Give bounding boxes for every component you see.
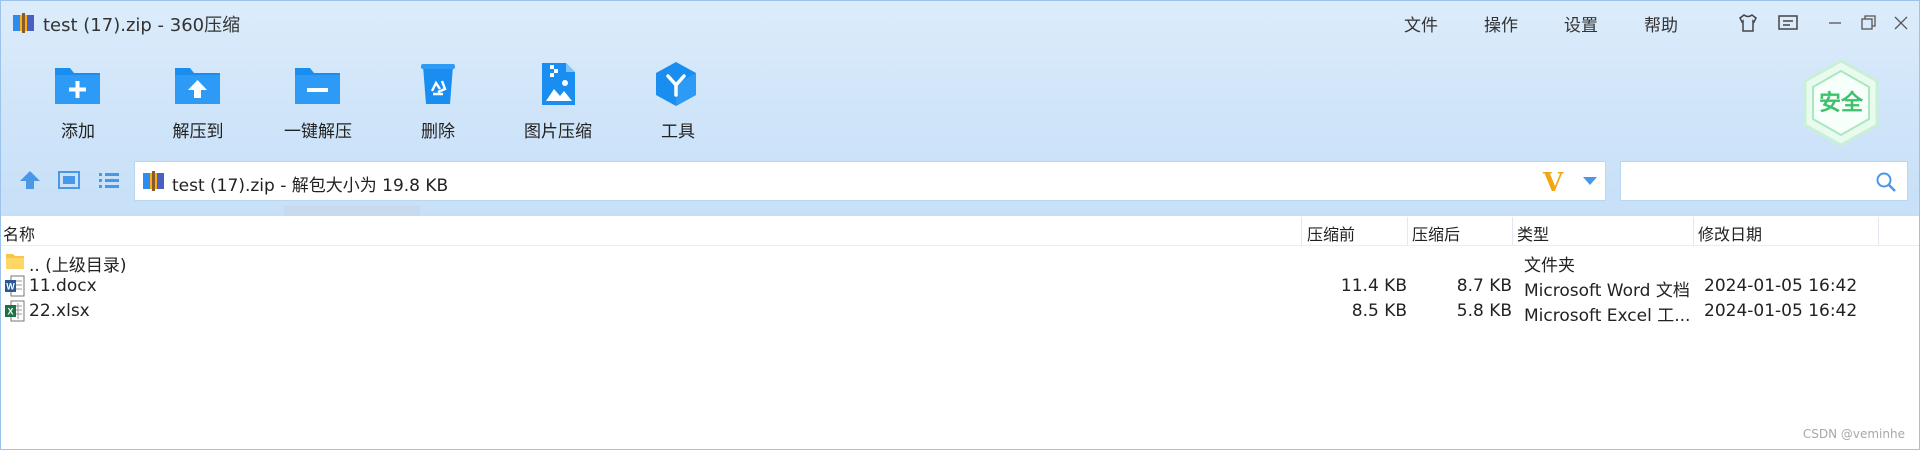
image-compress-label: 图片压缩: [524, 122, 592, 142]
zip-archive-icon: [143, 171, 164, 191]
extract-to-label: 解压到: [172, 122, 224, 142]
recycle-bin-icon: [421, 64, 455, 104]
delete-label: 删除: [421, 122, 455, 142]
image-compress-icon: [542, 63, 575, 105]
watermark: CSDN @veminhe: [1802, 427, 1905, 441]
tools-label: 工具: [661, 122, 695, 142]
top-panel: test (17).zip - 360压缩 文件 操作 设置 帮助 添加 解压到…: [1, 1, 1919, 216]
loading-strip: [284, 206, 420, 216]
column-separator[interactable]: [1512, 217, 1513, 245]
table-row[interactable]: .. (上级目录) 文件夹: [1, 249, 1919, 276]
excel-file-icon: X: [5, 300, 25, 322]
close-icon[interactable]: [1890, 12, 1912, 34]
size-before: 8.5 KB: [1351, 301, 1407, 321]
security-badge[interactable]: 安全: [1801, 59, 1881, 147]
column-separator[interactable]: [1301, 217, 1302, 245]
column-size-before[interactable]: 压缩前: [1307, 221, 1355, 245]
menu-operation[interactable]: 操作: [1484, 11, 1518, 36]
add-label: 添加: [61, 122, 95, 142]
file-type: 文件夹: [1524, 256, 1575, 276]
list-view-icon[interactable]: [96, 169, 122, 191]
column-separator[interactable]: [1407, 217, 1408, 245]
one-click-extract-label: 一键解压: [284, 122, 352, 142]
extract-to-icon: [175, 68, 220, 104]
file-type: Microsoft Word 文档: [1524, 281, 1690, 301]
menu-help[interactable]: 帮助: [1644, 11, 1678, 36]
tools-button[interactable]: 工具: [623, 61, 733, 142]
folder-icon: [6, 254, 24, 269]
feedback-icon[interactable]: [1777, 12, 1799, 34]
security-label: 安全: [1818, 91, 1863, 116]
chevron-down-icon[interactable]: [1582, 176, 1598, 186]
zip-app-icon: [13, 13, 34, 33]
add-folder-icon: [55, 68, 100, 104]
menu-settings[interactable]: 设置: [1564, 11, 1598, 36]
file-name: 11.docx: [29, 276, 97, 296]
search-input[interactable]: [1627, 168, 1861, 196]
title-bar: test (17).zip - 360压缩 文件 操作 设置 帮助: [1, 1, 1919, 45]
svg-text:W: W: [6, 282, 15, 292]
column-type[interactable]: 类型: [1517, 221, 1549, 245]
one-click-extract-button[interactable]: 一键解压: [263, 61, 373, 142]
extract-to-button[interactable]: 解压到: [143, 61, 253, 142]
app-window: test (17).zip - 360压缩 文件 操作 设置 帮助 添加 解压到…: [0, 0, 1920, 450]
column-separator[interactable]: [1693, 217, 1694, 245]
column-size-after[interactable]: 压缩后: [1412, 221, 1460, 245]
minimize-icon[interactable]: [1824, 12, 1846, 34]
image-compress-button[interactable]: 图片压缩: [503, 61, 613, 142]
size-before: 11.4 KB: [1340, 276, 1407, 296]
add-button[interactable]: 添加: [23, 61, 133, 142]
skin-icon[interactable]: [1737, 12, 1759, 34]
modified-date: 2024-01-05 16:42: [1704, 301, 1858, 321]
table-row[interactable]: W 11.docx 11.4 KB 8.7 KB Microsoft Word …: [1, 274, 1919, 301]
file-type: Microsoft Excel 工...: [1524, 306, 1691, 326]
modified-date: 2024-01-05 16:42: [1704, 276, 1858, 296]
up-level-icon[interactable]: [17, 169, 43, 191]
window-title: test (17).zip - 360压缩: [43, 15, 241, 36]
search-icon[interactable]: [1875, 171, 1897, 193]
menu-file[interactable]: 文件: [1404, 11, 1438, 36]
tools-icon: [656, 62, 696, 106]
table-row[interactable]: X 22.xlsx 8.5 KB 5.8 KB Microsoft Excel …: [1, 299, 1919, 326]
search-box[interactable]: [1620, 161, 1908, 201]
word-file-icon: W: [5, 275, 25, 297]
svg-text:X: X: [7, 307, 13, 317]
vip-badge[interactable]: V: [1543, 168, 1563, 198]
column-separator[interactable]: [1878, 217, 1879, 245]
column-modified[interactable]: 修改日期: [1698, 221, 1762, 245]
column-name[interactable]: 名称: [3, 221, 35, 245]
size-after: 8.7 KB: [1456, 276, 1512, 296]
size-after: 5.8 KB: [1456, 301, 1512, 321]
file-name: .. (上级目录): [29, 256, 127, 276]
one-click-extract-icon: [295, 68, 340, 104]
thumbnail-view-icon[interactable]: [56, 169, 82, 191]
delete-button[interactable]: 删除: [383, 61, 493, 142]
address-bar[interactable]: test (17).zip - 解包大小为 19.8 KB V: [134, 161, 1606, 201]
file-name: 22.xlsx: [29, 301, 90, 321]
address-text: test (17).zip - 解包大小为 19.8 KB: [172, 176, 449, 196]
column-header: 名称 压缩前 压缩后 类型 修改日期: [1, 217, 1919, 246]
restore-icon[interactable]: [1858, 12, 1880, 34]
